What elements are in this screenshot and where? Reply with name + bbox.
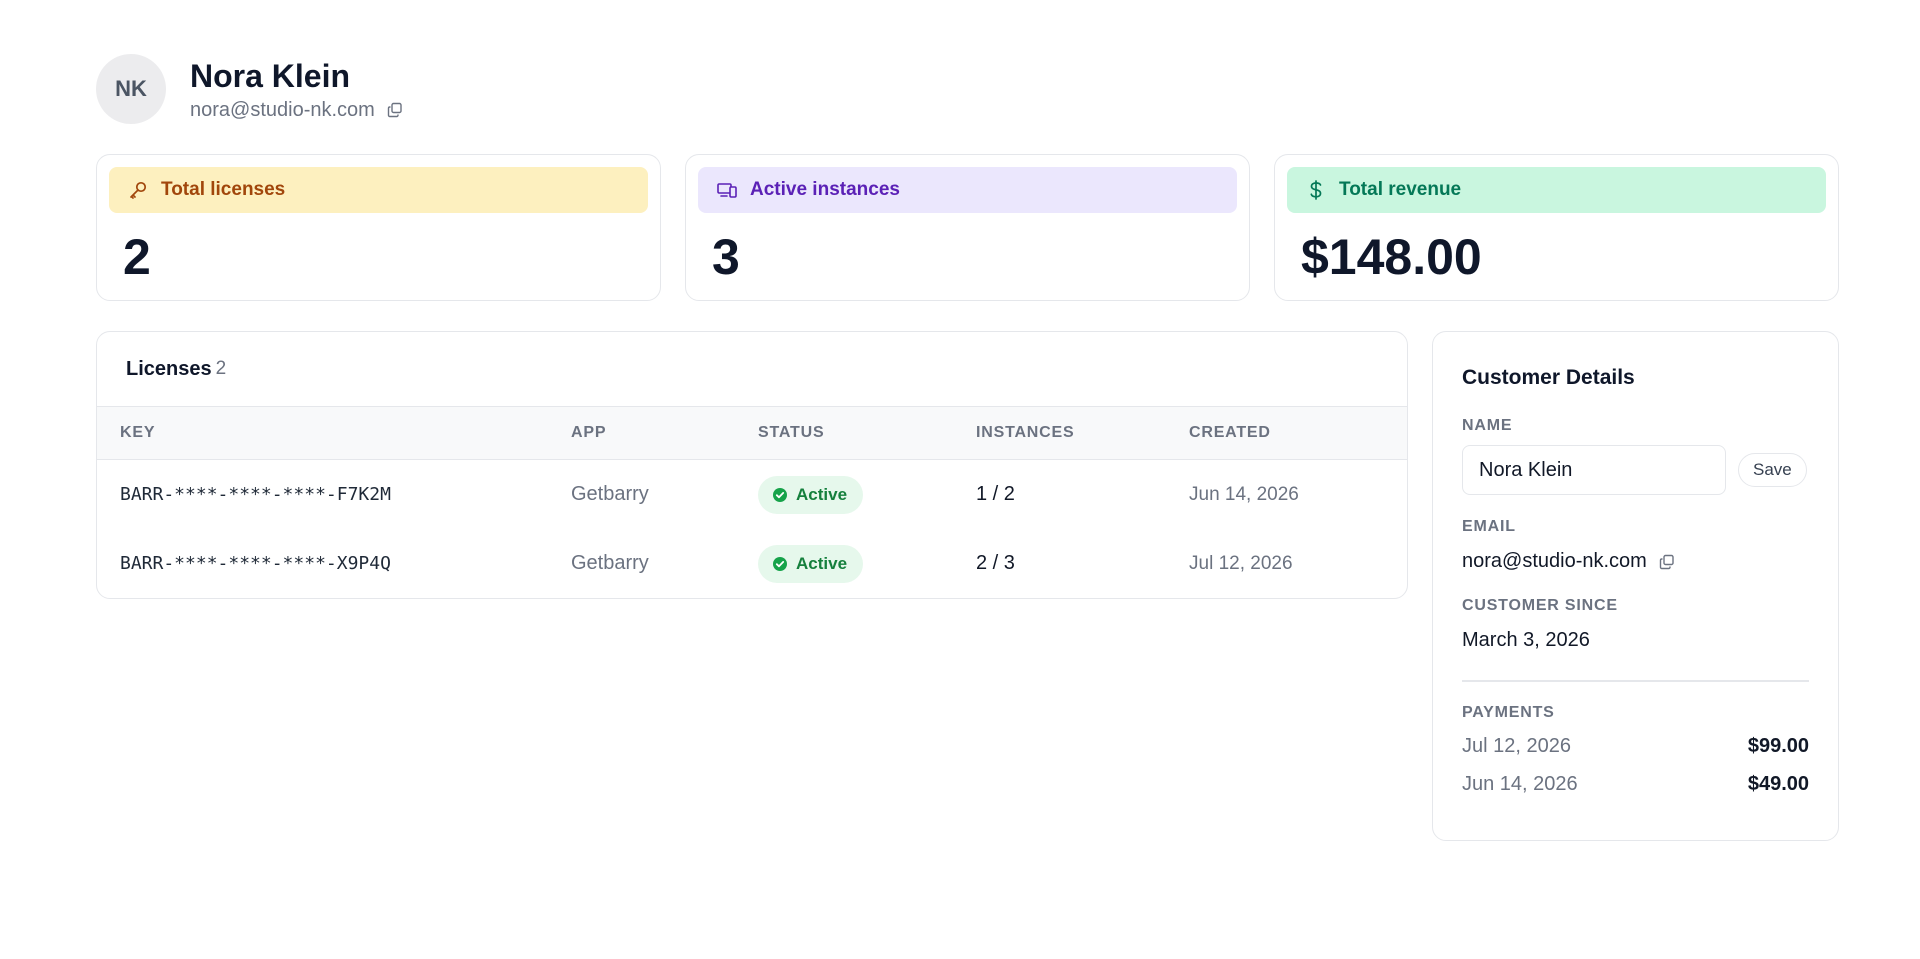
stat-value-active-instances: 3 [712,229,740,285]
customer-email: nora@studio-nk.com [190,98,375,121]
customer-details-title: Customer Details [1462,366,1635,389]
license-key: BARR-****-****-****-X9P4Q [120,553,391,574]
stat-card-total-revenue: Total revenue $148.00 [1274,154,1839,301]
payment-date: Jul 12, 2026 [1462,735,1571,757]
licenses-header: Licenses 2 [97,332,1407,407]
stat-label-total-revenue: Total revenue [1287,167,1826,213]
avatar: NK [96,54,166,124]
dollar-icon [1305,179,1327,201]
devices-icon [716,179,738,201]
stat-value-total-revenue: $148.00 [1301,229,1482,285]
column-header-key[interactable]: KEY [97,424,571,442]
license-created: Jun 14, 2026 [1189,483,1299,505]
check-circle-icon [773,556,787,571]
name-input[interactable] [1462,445,1726,495]
save-button[interactable]: Save [1738,453,1807,487]
stat-label-active-instances: Active instances [698,167,1237,213]
payment-amount: $99.00 [1747,735,1809,757]
customer-email-row: nora@studio-nk.com [190,99,403,122]
stat-value-total-licenses: 2 [123,229,151,285]
column-header-instances[interactable]: INSTANCES [976,424,1189,442]
table-row[interactable]: BARR-****-****-****-X9P4Q Getbarry Activ… [97,529,1407,598]
copy-icon[interactable] [1659,554,1675,570]
stat-card-active-instances: Active instances 3 [685,154,1250,301]
status-badge: Active [758,475,864,514]
stats-row: Total licenses 2 Active instances 3 Tota… [96,154,1839,301]
table-row[interactable]: BARR-****-****-****-F7K2M Getbarry Activ… [97,460,1407,529]
payment-row: Jun 14, 2026 $49.00 [1462,766,1809,804]
license-created: Jul 12, 2026 [1189,552,1293,574]
license-app: Getbarry [571,552,649,574]
column-header-created[interactable]: CREATED [1189,424,1407,442]
stat-label-text: Total licenses [161,179,286,200]
customer-since-value: March 3, 2026 [1462,629,1590,651]
divider [1462,680,1809,682]
column-header-app[interactable]: APP [571,424,758,442]
license-status: Active [758,544,976,583]
check-circle-icon [773,487,787,502]
stat-label-text: Active instances [750,179,900,200]
stat-label-total-licenses: Total licenses [109,167,648,213]
license-status: Active [758,475,976,514]
email-label: EMAIL [1462,518,1516,535]
payment-row: Jul 12, 2026 $99.00 [1462,728,1809,766]
licenses-count: 2 [215,358,227,379]
license-instances: 2 / 3 [976,552,1015,574]
payment-date: Jun 14, 2026 [1462,773,1578,795]
status-badge-label: Active [796,553,848,573]
customer-details-panel: Customer Details NAME Save EMAIL nora@st… [1432,331,1839,841]
stat-card-total-licenses: Total licenses 2 [96,154,661,301]
payments-list: Jul 12, 2026 $99.00 Jun 14, 2026 $49.00 [1462,728,1809,804]
status-badge: Active [758,544,864,583]
license-app: Getbarry [571,483,649,505]
name-label: NAME [1462,417,1513,434]
customer-heading: Nora Klein nora@studio-nk.com [190,57,403,122]
email-row: nora@studio-nk.com [1462,550,1809,573]
payment-amount: $49.00 [1747,773,1809,795]
customer-header: NK Nora Klein nora@studio-nk.com [96,54,403,124]
licenses-panel: Licenses 2 KEY APP STATUS INSTANCES CREA… [96,331,1408,599]
license-key: BARR-****-****-****-F7K2M [120,484,391,505]
key-icon [127,179,149,201]
name-row: Save [1462,445,1809,495]
status-badge-label: Active [796,484,848,504]
table-header: KEY APP STATUS INSTANCES CREATED [97,407,1407,460]
license-instances: 1 / 2 [976,483,1015,505]
customer-since-label: CUSTOMER SINCE [1462,597,1618,614]
page-title: Nora Klein [190,57,351,94]
copy-icon[interactable] [387,102,403,118]
payments-label: PAYMENTS [1462,703,1555,721]
licenses-title: Licenses [126,357,212,380]
email-value: nora@studio-nk.com [1462,550,1647,572]
stat-label-text: Total revenue [1339,179,1462,200]
column-header-status[interactable]: STATUS [758,424,976,442]
